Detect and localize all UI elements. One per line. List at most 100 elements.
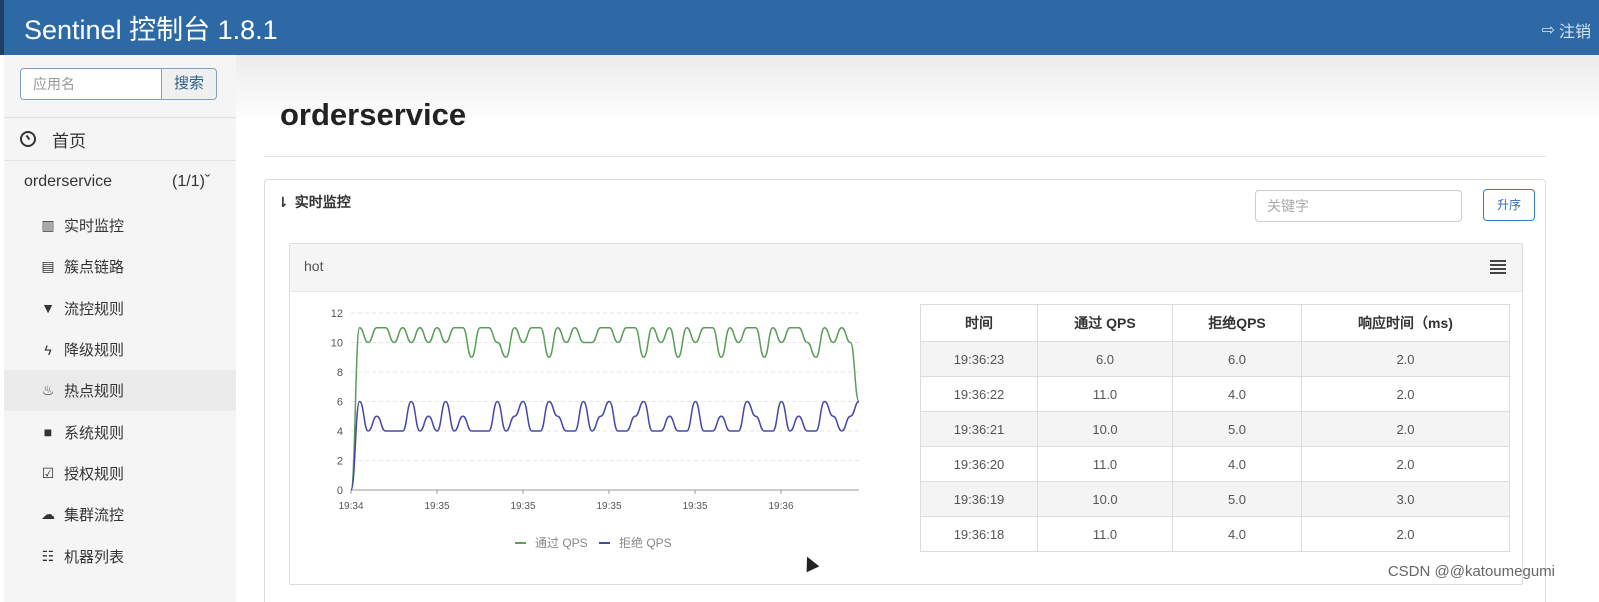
table-cell: 3.0: [1301, 481, 1510, 517]
menu-label: 授权规则: [64, 465, 125, 483]
monitor-panel: ⇂ 实时监控 关键字 升序 hot 0 2 4 6 8 10 12 19:34 19:35 19:…: [264, 179, 1546, 602]
table-cell: 10.0: [1037, 411, 1173, 447]
app-search-input[interactable]: 应用名: [20, 68, 162, 100]
sign-out-icon: ⇨: [1541, 22, 1555, 39]
home-label: 首页: [52, 131, 86, 151]
x-tick-label: 19:35: [682, 501, 707, 512]
qps-table: 时间 通过 QPS 拒绝QPS 响应时间（ms) 19:36:23 6.0 6.0 2…: [920, 304, 1510, 552]
sidebar-item-system-rules[interactable]: ■ 系统规则: [40, 411, 236, 452]
logout-label: 注销: [1558, 24, 1591, 41]
table-row: 19:36:20 11.0 4.0 2.0: [920, 446, 1510, 482]
legend-label: 拒绝 QPS: [619, 535, 672, 550]
app-menu: ▥ 实时监控 ▤ 簇点链路 ▼ 流控规则 ϟ 降级规则 ♨ 热点规则 ■ 系统规则 ☑ 授权规…: [4, 205, 236, 577]
table-row: 19:36:18 11.0 4.0 2.0: [920, 516, 1510, 552]
series-line: [350, 400, 860, 491]
table-cell: 2.0: [1301, 376, 1510, 412]
cloud-icon: ☁: [41, 506, 55, 523]
main-content: orderservice ⇂ 实时监控 关键字 升序 hot 0 2 4 6 8 10 12…: [236, 55, 1599, 602]
menu-label: 降级规则: [64, 342, 125, 360]
table-cell: 2.0: [1301, 411, 1510, 447]
search-button[interactable]: 搜索: [162, 68, 217, 100]
x-tick-label: 19:35: [510, 501, 535, 512]
sidebar-item-cluster-flow[interactable]: ☁ 集群流控: [40, 494, 236, 535]
sort-amount-icon: ⇂: [277, 193, 289, 210]
hamburger-menu-icon[interactable]: [1490, 260, 1506, 276]
menu-label: 机器列表: [64, 548, 125, 566]
resource-name: hot: [304, 258, 324, 274]
card-header: hot: [290, 244, 1522, 292]
table-row: 19:36:23 6.0 6.0 2.0: [920, 341, 1510, 377]
lock-icon: ■: [43, 424, 53, 441]
sidebar-item-auth-rules[interactable]: ☑ 授权规则: [40, 453, 236, 494]
table-icon: ☷: [41, 547, 55, 564]
table-cell: 6.0: [1172, 341, 1302, 377]
table-cell: 19:36:22: [920, 376, 1038, 412]
menu-label: 集群流控: [64, 507, 125, 525]
legend-label: 通过 QPS: [535, 536, 588, 550]
table-cell: 10.0: [1037, 481, 1173, 517]
table-row: 19:36:21 10.0 5.0 2.0: [920, 411, 1510, 447]
filter-icon: ▼: [41, 300, 55, 317]
table-cell: 5.0: [1172, 481, 1302, 517]
sidebar: 应用名 搜索 首页 orderservice (1/1)ˇ ▥ 实时监控 ▤ 簇点链…: [4, 55, 236, 602]
table-cell: 2.0: [1301, 341, 1510, 377]
y-tick-label: 2: [337, 456, 343, 468]
sidebar-item-machine-list[interactable]: ☷ 机器列表: [40, 535, 236, 576]
table-cell: 11.0: [1037, 376, 1173, 412]
panel-title: 实时监控: [294, 194, 351, 210]
y-tick-label: 12: [331, 308, 343, 320]
table-cell: 11.0: [1037, 516, 1173, 552]
check-icon: ☑: [41, 464, 55, 481]
divider: [264, 156, 1546, 157]
menu-label: 实时监控: [64, 218, 125, 236]
col-header: 时间: [920, 304, 1038, 342]
col-header: 拒绝QPS: [1172, 304, 1302, 342]
table-cell: 4.0: [1172, 376, 1302, 412]
sidebar-item-cluster-link[interactable]: ▤ 簇点链路: [40, 246, 236, 287]
table-cell: 6.0: [1037, 341, 1173, 377]
top-header: Sentinel 控制台 1.8.1 ⇨ 注销: [0, 0, 1599, 55]
y-tick-label: 4: [337, 426, 343, 438]
resource-card: hot 0 2 4 6 8 10 12 19:34 19:35 19:35 19:35 19:35 19…: [289, 243, 1523, 585]
table-cell: 4.0: [1172, 516, 1302, 552]
qps-line-chart: 0 2 4 6 8 10 12 19:34 19:35 19:35 19:35 19:35 19:36 通…: [331, 308, 860, 550]
y-tick-label: 8: [337, 367, 343, 379]
table-cell: 2.0: [1301, 516, 1510, 552]
keyword-input[interactable]: 关键字: [1255, 190, 1462, 222]
app-title: Sentinel 控制台 1.8.1: [24, 15, 278, 45]
fire-icon: ♨: [41, 382, 55, 399]
page-title: orderservice: [280, 97, 467, 132]
x-tick-label: 19:36: [768, 501, 793, 512]
sidebar-item-realtime-monitor[interactable]: ▥ 实时监控: [40, 205, 236, 246]
table-cell: 19:36:19: [920, 481, 1038, 517]
menu-label: 簇点链路: [64, 259, 125, 277]
app-toggle[interactable]: orderservice (1/1)ˇ: [24, 173, 224, 191]
app-count: (1/1): [172, 173, 205, 190]
sort-asc-button[interactable]: 升序: [1483, 189, 1535, 221]
sidebar-item-flow-rules[interactable]: ▼ 流控规则: [40, 288, 236, 329]
sidebar-item-degrade-rules[interactable]: ϟ 降级规则: [40, 329, 236, 370]
table-cell: 5.0: [1172, 411, 1302, 447]
col-header: 响应时间（ms): [1301, 304, 1510, 342]
flash-icon: ϟ: [44, 341, 52, 358]
logout-link[interactable]: ⇨ 注销: [1542, 18, 1591, 42]
dashboard-icon: [20, 131, 36, 147]
sidebar-item-hotspot-rules[interactable]: ♨ 热点规则: [4, 370, 236, 412]
table-cell: 2.0: [1301, 446, 1510, 482]
x-tick-label: 19:34: [338, 501, 363, 512]
table-cell: 11.0: [1037, 446, 1173, 482]
sidebar-item-home[interactable]: 首页: [4, 117, 236, 161]
app-name: orderservice: [24, 173, 113, 190]
menu-label: 热点规则: [64, 383, 125, 401]
bar-chart-icon: ▥: [41, 217, 55, 234]
menu-label: 系统规则: [64, 424, 125, 442]
col-header: 通过 QPS: [1037, 304, 1173, 342]
chevron-down-icon: ˇ: [204, 173, 211, 190]
table-cell: 19:36:18: [920, 516, 1038, 552]
list-icon: ▤: [41, 258, 55, 275]
x-tick-label: 19:35: [424, 501, 449, 512]
menu-label: 流控规则: [64, 300, 125, 318]
app-search: 应用名 搜索: [20, 68, 217, 100]
x-tick-label: 19:35: [596, 501, 621, 512]
table-row: 19:36:22 11.0 4.0 2.0: [920, 376, 1510, 412]
